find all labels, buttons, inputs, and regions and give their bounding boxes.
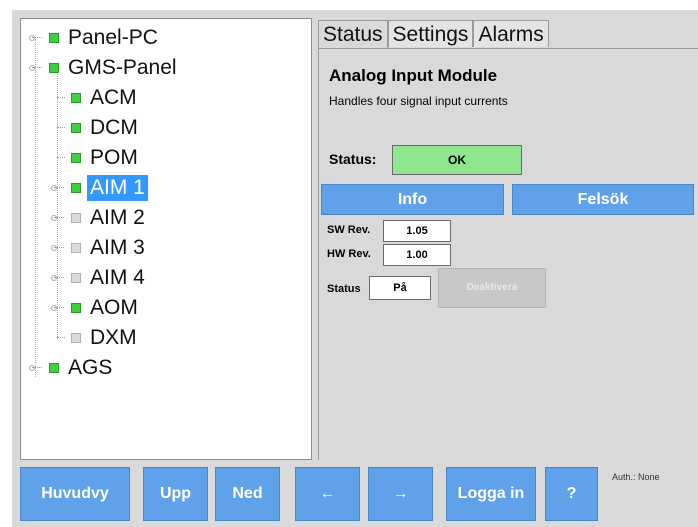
hw-rev-label: HW Rev. bbox=[327, 248, 371, 260]
tree-item-pom[interactable]: POM bbox=[51, 143, 141, 173]
tree-item-label: ACM bbox=[90, 86, 137, 109]
status-gray-icon bbox=[71, 243, 81, 253]
tree-item-label: GMS-Panel bbox=[68, 56, 177, 79]
status-green-icon bbox=[49, 363, 59, 373]
expander-icon[interactable] bbox=[51, 213, 65, 222]
status-green-icon bbox=[49, 33, 59, 43]
activation-status-value: På bbox=[369, 276, 431, 300]
status-green-icon bbox=[71, 153, 81, 163]
sw-rev-label: SW Rev. bbox=[327, 224, 371, 236]
expander-icon[interactable] bbox=[51, 303, 65, 312]
tree-item-label: AIM 4 bbox=[90, 266, 145, 289]
tab-settings[interactable]: Settings bbox=[387, 20, 474, 47]
tab-status[interactable]: Status bbox=[318, 20, 388, 49]
deactivate-button[interactable]: Deaktivera bbox=[438, 268, 546, 308]
module-description: Handles four signal input currents bbox=[329, 94, 508, 108]
tree-item-ags[interactable]: AGS bbox=[29, 353, 115, 383]
tree-item-label: AOM bbox=[90, 296, 138, 319]
status-panel bbox=[318, 48, 698, 460]
up-button[interactable]: Upp bbox=[143, 467, 208, 521]
forward-arrow-button[interactable]: → bbox=[368, 467, 433, 521]
connector-icon bbox=[51, 333, 65, 342]
tree-item-dxm[interactable]: DXM bbox=[51, 323, 140, 353]
home-button[interactable]: Huvudvy bbox=[20, 467, 130, 521]
status-gray-icon bbox=[71, 333, 81, 343]
status-label: Status: bbox=[329, 151, 377, 167]
status-green-icon bbox=[71, 123, 81, 133]
status-green-icon bbox=[71, 93, 81, 103]
expander-icon[interactable] bbox=[51, 183, 65, 192]
expander-icon[interactable] bbox=[29, 33, 43, 42]
tab-bar: Status Settings Alarms bbox=[318, 20, 549, 49]
help-button[interactable]: ? bbox=[545, 467, 598, 521]
expander-icon[interactable] bbox=[51, 273, 65, 282]
info-button[interactable]: Info bbox=[321, 184, 504, 215]
tree-item-dcm[interactable]: DCM bbox=[51, 113, 141, 143]
tree-item-acm[interactable]: ACM bbox=[51, 83, 140, 113]
login-button[interactable]: Logga in bbox=[446, 467, 536, 521]
tree-item-label: AIM 3 bbox=[90, 236, 145, 259]
status-gray-icon bbox=[71, 273, 81, 283]
status-green-icon bbox=[71, 183, 81, 193]
tree-item-label: AGS bbox=[68, 356, 113, 379]
tree-item-gms-panel[interactable]: GMS-Panel bbox=[29, 53, 180, 83]
tree-item-aim-2[interactable]: AIM 2 bbox=[51, 203, 148, 233]
tree-item-label: DXM bbox=[90, 326, 137, 349]
tree-item-label: AIM 2 bbox=[90, 206, 145, 229]
hw-rev-value: 1.00 bbox=[383, 244, 451, 266]
sw-rev-value: 1.05 bbox=[383, 220, 451, 242]
activation-status-label: Status bbox=[327, 283, 361, 295]
connector-icon bbox=[51, 93, 65, 102]
tree-item-label: AIM 1 bbox=[87, 175, 148, 201]
connector-icon bbox=[51, 123, 65, 132]
expander-icon[interactable] bbox=[29, 63, 43, 72]
expander-icon[interactable] bbox=[51, 243, 65, 252]
troubleshoot-button[interactable]: Felsök bbox=[512, 184, 694, 215]
tree-item-label: POM bbox=[90, 146, 138, 169]
status-gray-icon bbox=[71, 213, 81, 223]
back-arrow-button[interactable]: ← bbox=[295, 467, 360, 521]
tree-item-aom[interactable]: AOM bbox=[51, 293, 141, 323]
tree-item-aim-4[interactable]: AIM 4 bbox=[51, 263, 148, 293]
status-indicator: OK bbox=[392, 145, 522, 175]
down-button[interactable]: Ned bbox=[215, 467, 280, 521]
connector-icon bbox=[51, 153, 65, 162]
tree-item-label: DCM bbox=[90, 116, 138, 139]
tree-item-aim-3[interactable]: AIM 3 bbox=[51, 233, 148, 263]
tab-alarms[interactable]: Alarms bbox=[473, 20, 549, 47]
status-green-icon bbox=[71, 303, 81, 313]
module-tree: Panel-PC GMS-Panel ACM DCM POM AIM 1 AIM… bbox=[20, 18, 312, 460]
tree-line-root bbox=[35, 39, 36, 377]
tree-item-aim-1[interactable]: AIM 1 bbox=[51, 173, 148, 203]
module-title: Analog Input Module bbox=[329, 66, 498, 85]
expander-icon[interactable] bbox=[29, 363, 43, 372]
status-green-icon bbox=[49, 63, 59, 73]
tree-item-panel-pc[interactable]: Panel-PC bbox=[29, 23, 161, 53]
tree-item-label: Panel-PC bbox=[68, 26, 158, 49]
auth-status: Auth.: None bbox=[612, 472, 660, 482]
